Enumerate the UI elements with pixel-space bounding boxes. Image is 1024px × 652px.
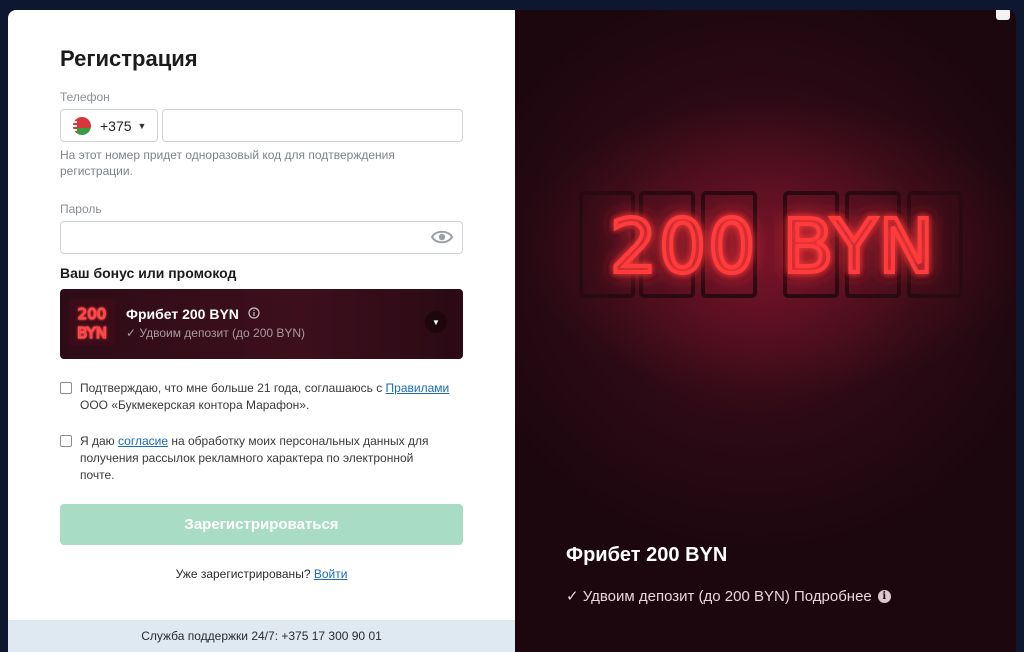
consent-link[interactable]: согласие [118,434,168,448]
promo-subtitle: ✓ Удвоим депозит (до 200 BYN) Подробнее [566,588,872,605]
already-registered-text: Уже зарегистрированы? [175,567,311,581]
info-icon[interactable] [248,307,260,319]
belarus-flag-icon [73,116,91,135]
country-code-select[interactable]: +375 ▼ [60,109,158,142]
form-title: Регистрация [60,46,198,71]
rules-link[interactable]: Правилами [386,381,450,395]
login-link[interactable]: Войти [314,567,348,581]
age-consent-checkbox[interactable] [60,382,72,394]
age-consent-row: Подтверждаю, что мне больше 21 года, сог… [60,380,450,414]
neon-text: 200 BYN [610,204,936,290]
marketing-consent-text: Я даю согласие на обработку моих персона… [80,434,429,482]
marketing-consent-row: Я даю согласие на обработку моих персона… [60,433,450,484]
bonus-thumb-line2: BYN [77,324,107,342]
phone-label: Телефон [60,90,110,104]
bonus-name: Фрибет 200 BYN [126,306,239,322]
register-button[interactable]: Зарегистрироваться [60,504,463,545]
support-bar: Служба поддержки 24/7: +375 17 300 90 01 [8,620,515,652]
bonus-thumbnail: 200 BYN [69,299,115,345]
bonus-description: ✓ Удвоим депозит (до 200 BYN) [126,326,306,340]
registration-form-panel: Регистрация Телефон +375 ▼ На этот номер… [8,10,515,652]
eye-icon[interactable] [431,229,453,245]
registration-modal: Регистрация Телефон +375 ▼ На этот номер… [8,10,1016,652]
promo-title: Фрибет 200 BYN [566,544,728,566]
marketing-consent-checkbox[interactable] [60,435,72,447]
phone-hint: На этот номер придет одноразовый код для… [60,148,395,178]
country-code-value: +375 [100,117,132,134]
chevron-down-icon: ▼ [137,120,147,131]
bonus-section-title: Ваш бонус или промокод [60,265,237,281]
age-consent-text: Подтверждаю, что мне больше 21 года, сог… [80,381,450,412]
chevron-down-icon[interactable]: ▼ [425,311,447,333]
bonus-selector[interactable]: 200 BYN Фрибет 200 BYN ✓ Удвоим депозит … [60,289,463,359]
bonus-thumb-line1: 200 [78,305,107,323]
password-input[interactable] [60,221,463,254]
promo-panel: 200 BYN Фрибет 200 BYN ✓ Удвоим депозит … [515,10,1016,652]
info-icon[interactable]: i [877,589,891,603]
phone-input[interactable] [162,109,463,142]
password-label: Пароль [60,202,102,216]
promo-subtitle-row: ✓ Удвоим депозит (до 200 BYN) Подробнее … [566,587,891,605]
login-prompt: Уже зарегистрированы? Войти [8,567,515,581]
